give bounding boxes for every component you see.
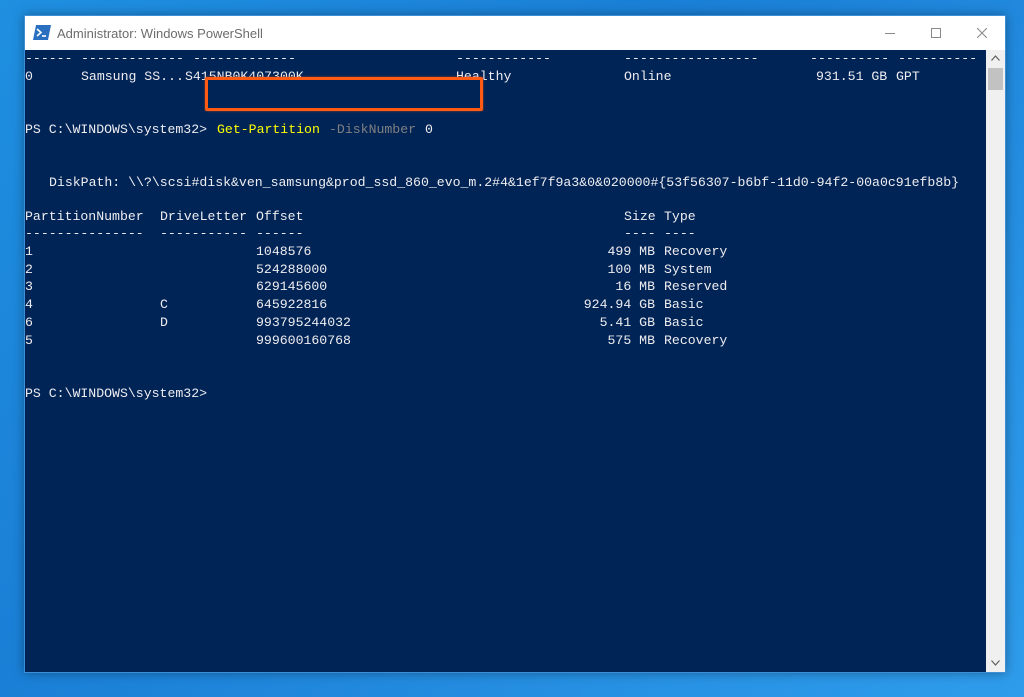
header-size: Size (624, 209, 656, 224)
disk-size: 931.51 GB (816, 69, 888, 84)
header-offset: Offset (256, 209, 304, 224)
disk-number: 0 (25, 69, 33, 84)
command-argument: 0 (425, 122, 433, 137)
table-row: 6 D 993795244032 5.41 GB Basic (25, 315, 704, 330)
close-button[interactable] (959, 16, 1005, 50)
minimize-icon (885, 33, 895, 34)
disk-table-separator: ------ ------------- ------------- -----… (25, 51, 978, 66)
command-parameter: -DiskNumber (329, 122, 417, 137)
chevron-up-icon (991, 55, 1000, 61)
table-row: 2 524288000 100 MB System (25, 262, 712, 277)
command-highlight-box (205, 77, 483, 111)
disk-status: Online (624, 69, 672, 84)
header-partition-number: PartitionNumber (25, 209, 144, 224)
powershell-window: Administrator: Windows PowerShell ------… (24, 15, 1006, 673)
prompt: PS C:\WINDOWS\system32> (25, 122, 208, 137)
console-output[interactable]: ------ ------------- ------------- -----… (25, 50, 986, 672)
minimize-button[interactable] (867, 16, 913, 50)
header-type: Type (664, 209, 696, 224)
partition-table-separator: --------------- ----------- ------ ---- … (25, 226, 696, 241)
powershell-icon (33, 25, 51, 40)
table-row: 5 999600160768 575 MB Recovery (25, 333, 728, 348)
partition-table-header: PartitionNumber DriveLetter Offset Size … (25, 208, 696, 226)
header-drive-letter: DriveLetter (160, 209, 248, 224)
window-title: Administrator: Windows PowerShell (57, 26, 263, 41)
disk-friendly-name: Samsung SS... (81, 69, 184, 84)
vertical-scrollbar[interactable] (986, 50, 1005, 672)
disk-path: DiskPath: \\?\scsi#disk&ven_samsung&prod… (49, 175, 960, 190)
scroll-down-button[interactable] (986, 655, 1005, 672)
disk-row: 0 Samsung SS... S415NB0K407300K Healthy … (25, 68, 920, 86)
title-bar[interactable]: Administrator: Windows PowerShell (25, 16, 1005, 50)
final-prompt: PS C:\WINDOWS\system32> (25, 386, 208, 401)
scroll-up-button[interactable] (986, 50, 1005, 67)
cmdlet-name: Get-Partition (217, 122, 320, 137)
maximize-button[interactable] (913, 16, 959, 50)
table-row: 3 629145600 16 MB Reserved (25, 279, 728, 294)
table-row: 4 C 645922816 924.94 GB Basic (25, 297, 704, 312)
chevron-down-icon (991, 660, 1000, 666)
command-line: PS C:\WINDOWS\system32> Get-Partition -D… (25, 121, 433, 139)
scroll-thumb[interactable] (988, 68, 1003, 90)
close-icon (977, 28, 987, 38)
table-row: 1 1048576 499 MB Recovery (25, 244, 728, 259)
maximize-icon (931, 28, 941, 38)
disk-partition-style: GPT (896, 69, 920, 84)
